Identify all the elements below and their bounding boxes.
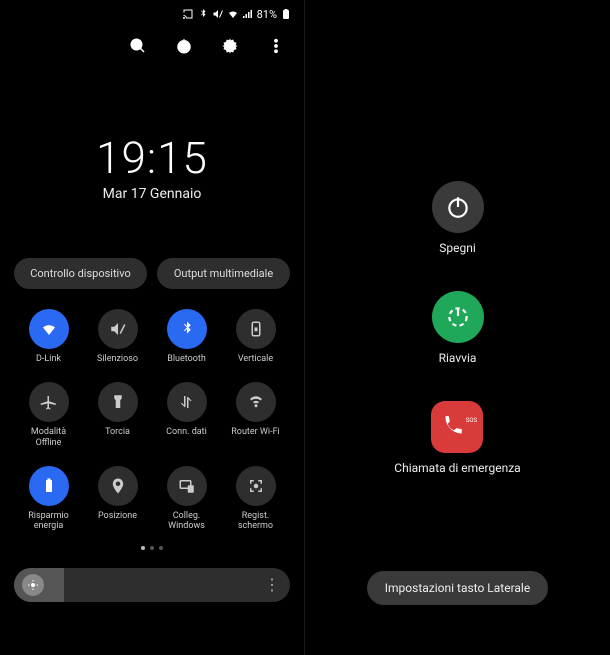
qs-flashlight[interactable]: Torcia	[87, 382, 148, 448]
signal-icon	[242, 8, 254, 20]
battery-saver-icon	[29, 466, 69, 506]
search-icon	[129, 37, 147, 55]
qs-mobile-data[interactable]: Conn. dati	[156, 382, 217, 448]
qs-label: Risparmio energia	[19, 511, 79, 532]
power-icon	[175, 37, 193, 55]
quick-settings-grid: D-Link Silenzioso Bluetooth Verticale Mo…	[0, 309, 304, 532]
device-control-button[interactable]: Controllo dispositivo	[14, 258, 147, 289]
flashlight-icon	[98, 382, 138, 422]
sos-badge: SOS	[466, 417, 477, 424]
qs-label: Conn. dati	[166, 427, 207, 437]
qs-screen-record[interactable]: Regist. schermo	[225, 466, 286, 532]
qs-rotation[interactable]: Verticale	[225, 309, 286, 364]
restart-label: Riavvia	[439, 351, 477, 365]
windows-link-icon	[167, 466, 207, 506]
more-vert-icon	[267, 37, 285, 55]
dot	[141, 546, 145, 550]
media-output-button[interactable]: Output multimediale	[157, 258, 290, 289]
power-menu-panel: Spegni Riavvia SOS Chiamata di emergenza…	[305, 0, 610, 655]
emergency-icon: SOS	[431, 401, 483, 453]
airplane-icon	[29, 382, 69, 422]
power-menu: Spegni Riavvia SOS Chiamata di emergenza…	[305, 0, 610, 655]
restart-icon	[432, 291, 484, 343]
brightness-more-button[interactable]: ⋮	[264, 575, 280, 594]
qs-hotspot[interactable]: Router Wi-Fi	[225, 382, 286, 448]
wifi-status-icon	[227, 8, 239, 20]
cast-icon	[182, 8, 194, 20]
side-key-settings-button[interactable]: Impostazioni tasto Laterale	[367, 571, 548, 605]
qs-label: Regist. schermo	[226, 511, 286, 532]
screen-record-icon	[236, 466, 276, 506]
qs-label: D-Link	[36, 354, 61, 364]
qs-label: Torcia	[105, 427, 130, 437]
battery-percent: 81%	[257, 8, 277, 21]
power-off-button[interactable]: Spegni	[432, 181, 484, 255]
qs-label: Bluetooth	[167, 354, 206, 364]
mute-status-icon	[212, 8, 224, 20]
wifi-icon	[29, 309, 69, 349]
power-button[interactable]	[174, 36, 194, 56]
brightness-slider[interactable]: ⋮	[14, 568, 290, 602]
qs-power-saving[interactable]: Risparmio energia	[18, 466, 79, 532]
qs-label: Modalità Offline	[19, 427, 79, 448]
qs-label: Colleg. Windows	[157, 511, 217, 532]
mute-icon	[98, 309, 138, 349]
clock-time: 19:15	[0, 132, 304, 184]
qs-bluetooth[interactable]: Bluetooth	[156, 309, 217, 364]
control-pills: Controllo dispositivo Output multimedial…	[0, 258, 304, 289]
power-off-icon	[432, 181, 484, 233]
power-off-label: Spegni	[439, 241, 476, 255]
bluetooth-icon	[167, 309, 207, 349]
qs-windows-link[interactable]: Colleg. Windows	[156, 466, 217, 532]
qs-airplane[interactable]: Modalità Offline	[18, 382, 79, 448]
page-indicator	[0, 546, 304, 550]
gear-icon	[221, 37, 239, 55]
qs-wifi[interactable]: D-Link	[18, 309, 79, 364]
location-icon	[98, 466, 138, 506]
bluetooth-status-icon	[197, 8, 209, 20]
data-icon	[167, 382, 207, 422]
settings-button[interactable]	[220, 36, 240, 56]
rotation-lock-icon	[236, 309, 276, 349]
qs-location[interactable]: Posizione	[87, 466, 148, 532]
battery-icon	[280, 8, 292, 20]
clock-area: 19:15 Mar 17 Gennaio	[0, 132, 304, 202]
sun-icon	[27, 579, 39, 591]
emergency-label: Chiamata di emergenza	[394, 461, 520, 475]
toolbar	[0, 24, 304, 68]
clock-date: Mar 17 Gennaio	[0, 186, 304, 202]
search-button[interactable]	[128, 36, 148, 56]
qs-label: Verticale	[238, 354, 273, 364]
more-button[interactable]	[266, 36, 286, 56]
quick-settings-panel: 81% 19:15 Mar 17 Gennaio Controllo dispo…	[0, 0, 305, 655]
restart-button[interactable]: Riavvia	[432, 291, 484, 365]
qs-silent[interactable]: Silenzioso	[87, 309, 148, 364]
dot	[150, 546, 154, 550]
emergency-call-button[interactable]: SOS Chiamata di emergenza	[394, 401, 520, 475]
qs-label: Posizione	[98, 511, 137, 521]
hotspot-icon	[236, 382, 276, 422]
qs-label: Router Wi-Fi	[231, 427, 279, 437]
qs-label: Silenzioso	[97, 354, 138, 364]
brightness-thumb[interactable]	[22, 574, 44, 596]
status-bar: 81%	[0, 0, 304, 24]
dot	[159, 546, 163, 550]
